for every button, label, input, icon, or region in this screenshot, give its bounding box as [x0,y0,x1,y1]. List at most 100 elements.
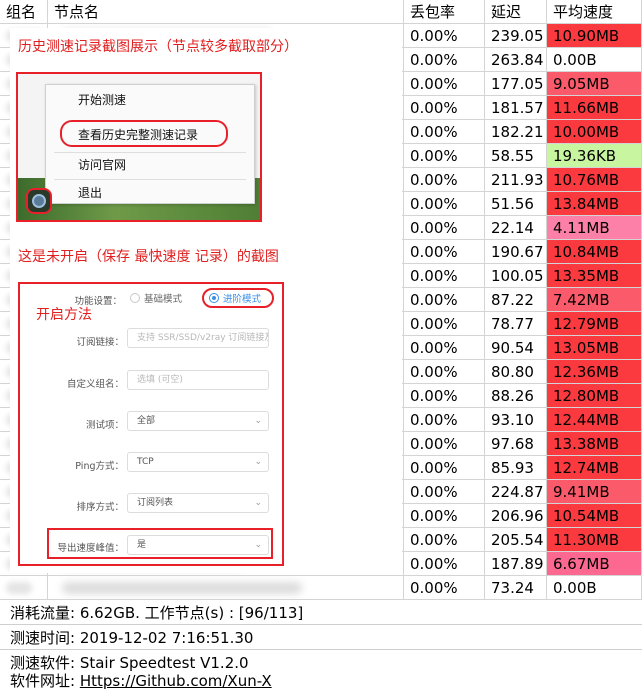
sub-label: 订阅链接： [76,337,124,348]
blurred-node-name [62,582,302,594]
latency-cell: 88.26 [485,384,547,408]
loss-cell: 0.00% [404,528,485,552]
loss-cell: 0.00% [404,360,485,384]
blurred-group-name [6,582,32,594]
loss-cell: 0.00% [404,432,485,456]
group-cell [0,576,48,600]
latency-cell: 78.77 [485,312,547,336]
test-time: 测速时间: 2019-12-02 7:16:51.30 [10,629,254,647]
basic-mode-radio[interactable] [130,293,140,303]
caption-not-enabled: 这是未开启（保存 最快速度 记录）的截图 [18,249,279,265]
site-label: 软件网址: [10,672,80,690]
latency-cell: 211.93 [485,168,547,192]
speed-cell: 13.35MB [547,264,642,288]
header-loss: 丢包率 [404,0,485,24]
latency-cell: 85.93 [485,456,547,480]
latency-cell: 22.14 [485,216,547,240]
speed-cell: 10.00MB [547,120,642,144]
menu-separator [54,179,246,180]
speedometer-icon [32,194,46,208]
loss-cell: 0.00% [404,288,485,312]
latency-cell: 100.05 [485,264,547,288]
speed-cell: 11.66MB [547,96,642,120]
ping-select[interactable]: TCP ⌄ [127,452,269,472]
highlight-advanced-mode [202,288,274,308]
loss-cell: 0.00% [404,48,485,72]
speed-cell: 10.76MB [547,168,642,192]
table-row[interactable]: 0.00% 73.24 0.00B [0,576,642,600]
group-name-input[interactable]: 选填 (可空) [127,370,269,390]
latency-cell: 73.24 [485,576,547,600]
ping-label: Ping方式： [75,461,124,472]
speed-cell: 13.05MB [547,336,642,360]
header-node: 节点名 [48,0,404,24]
latency-cell: 93.10 [485,408,547,432]
speed-cell: 9.05MB [547,72,642,96]
loss-cell: 0.00% [404,552,485,576]
speed-cell: 10.90MB [547,24,642,48]
tray-icon-highlight[interactable] [26,188,52,214]
latency-cell: 58.55 [485,144,547,168]
loss-cell: 0.00% [404,336,485,360]
latency-cell: 205.54 [485,528,547,552]
loss-cell: 0.00% [404,480,485,504]
context-menu-screenshot: 开始测速 查看历史完整测速记录 访问官网 退出 [16,72,262,222]
speed-cell: 13.38MB [547,432,642,456]
latency-cell: 239.05 [485,24,547,48]
chevron-down-icon: ⌄ [254,498,262,508]
loss-cell: 0.00% [404,240,485,264]
loss-cell: 0.00% [404,72,485,96]
sort-value: 订阅列表 [137,498,174,508]
menu-start-test[interactable]: 开始测速 [78,91,126,108]
menu-exit[interactable]: 退出 [78,184,102,201]
latency-cell: 263.84 [485,48,547,72]
table-header: 组名 节点名 丢包率 延迟 平均速度 [0,0,642,24]
test-value: 全部 [137,416,156,426]
speed-cell: 4.11MB [547,216,642,240]
divider [0,624,642,625]
sort-label: 排序方式： [76,502,124,513]
latency-cell: 80.80 [485,360,547,384]
loss-cell: 0.00% [404,96,485,120]
menu-visit-site[interactable]: 访问官网 [78,156,126,173]
traffic-summary: 消耗流量: 6.62GB. 工作节点(s) : [96/113] [10,604,304,622]
speed-cell: 7.42MB [547,288,642,312]
loss-cell: 0.00% [404,168,485,192]
latency-cell: 190.67 [485,240,547,264]
software-site: 软件网址: Https://Github.com/Xun-X [10,670,272,691]
sort-select[interactable]: 订阅列表 ⌄ [127,493,269,513]
loss-cell: 0.00% [404,192,485,216]
speed-cell: 19.36KB [547,144,642,168]
context-menu: 开始测速 查看历史完整测速记录 访问官网 退出 [45,84,255,204]
loss-cell: 0.00% [404,144,485,168]
loss-cell: 0.00% [404,216,485,240]
test-select[interactable]: 全部 ⌄ [127,411,269,431]
loss-cell: 0.00% [404,384,485,408]
header-group: 组名 [0,0,48,24]
latency-cell: 187.89 [485,552,547,576]
speed-cell: 6.67MB [547,552,642,576]
caption-open-method: 开启方法 [36,307,92,323]
settings-form-screenshot: 开启方法 功能设置： 基础模式 进阶模式 订阅链接： 支持 SSR/SSD/v2… [18,282,284,566]
ping-value: TCP [137,457,154,467]
subscription-input[interactable]: 支持 SSR/SSD/v2ray 订阅链接及节点 [127,328,269,348]
speed-cell: 13.84MB [547,192,642,216]
speed-cell: 12.36MB [547,360,642,384]
speed-cell: 9.41MB [547,480,642,504]
highlight-export [47,528,273,559]
latency-cell: 87.22 [485,288,547,312]
speed-cell: 10.54MB [547,504,642,528]
site-link[interactable]: Https://Github.com/Xun-X [80,672,272,690]
speed-cell: 10.84MB [547,240,642,264]
loss-cell: 0.00% [404,120,485,144]
loss-cell: 0.00% [404,264,485,288]
speed-cell: 11.30MB [547,528,642,552]
chevron-down-icon: ⌄ [254,416,262,426]
highlight-history [60,120,228,147]
loss-cell: 0.00% [404,408,485,432]
latency-cell: 206.96 [485,504,547,528]
latency-cell: 182.21 [485,120,547,144]
loss-cell: 0.00% [404,504,485,528]
speed-cell: 12.74MB [547,456,642,480]
group-label: 自定义组名： [66,379,124,390]
